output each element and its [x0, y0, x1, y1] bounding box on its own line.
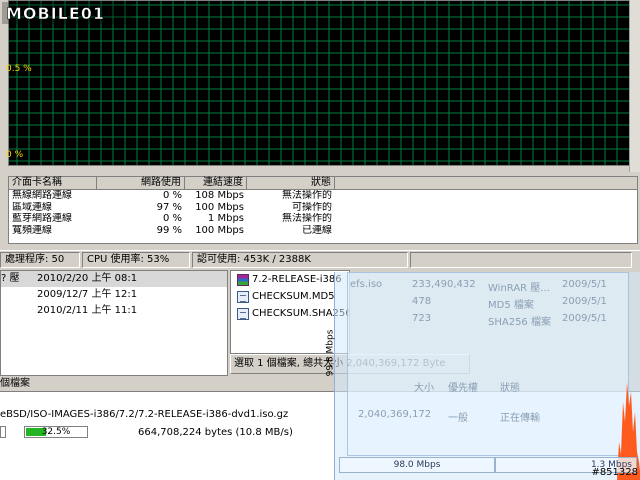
graph-y-label-top: 0.5 % — [6, 64, 32, 74]
list-item-type — [1, 303, 31, 319]
left-file-list: ? 壓 2010/2/20 上午 08:1 2009/12/7 上午 12:1 201… — [0, 270, 228, 376]
overlay-file-date: 2009/5/1 — [562, 279, 607, 290]
adapter-usage: 99 % — [156, 224, 182, 236]
overlay-file-type: WinRAR 壓... — [488, 283, 550, 294]
status-bar: 處理程序: 50 CPU 使用率: 53% 認可使用: 453K / 2388K — [0, 250, 640, 268]
transfer-status: 正在傳輸 — [500, 413, 540, 424]
network-graph-panel: 0.5 % 0 % — [0, 0, 640, 172]
adapter-usage: 97 % — [156, 201, 182, 213]
file-row[interactable]: 7.2-RELEASE-i386 — [231, 271, 349, 288]
text-file-icon — [237, 307, 249, 320]
winrar-archive-icon — [237, 273, 249, 286]
list-item-date: 2010/2/20 上午 08:1 — [37, 273, 138, 284]
status-commit-charge: 認可使用: 453K / 2388K — [192, 252, 408, 268]
file-name: 7.2-RELEASE-i386 — [252, 274, 342, 285]
adapter-row[interactable]: 無線網路連線 0 % 108 Mbps 無法操作的 — [9, 190, 637, 202]
adapter-speed: 108 Mbps — [195, 190, 244, 201]
list-item[interactable]: 2010/2/11 上午 11:1 — [1, 303, 227, 319]
status-processes: 處理程序: 50 — [0, 252, 80, 268]
adapter-usage: 0 % — [162, 190, 182, 201]
transfer-header-status: 狀態 — [500, 383, 520, 394]
overlay-speed-left: 98.0 Mbps — [339, 457, 495, 473]
transfer-overlay-window: 99.8 Mbps 233,490,432 WinRAR 壓... 2009/5/1… — [325, 272, 640, 480]
graph-y-label-bottom: 0 % — [6, 150, 24, 160]
status-cpu-usage: CPU 使用率: 53% — [82, 252, 190, 268]
adapter-row[interactable]: 區域連線 97 % 100 Mbps 可操作的 — [9, 202, 637, 214]
col-state[interactable]: 狀態 — [247, 177, 335, 189]
overlay-file-type: SHA256 檔案 — [488, 317, 551, 328]
adapter-name: 區域連線 — [12, 201, 52, 213]
adapter-table-header: 介面卡名稱 網路使用 連結速度 狀態 — [9, 177, 637, 190]
download-progress-row: 32.5% 664,708,224 bytes (10.8 MB/s) — [0, 426, 293, 438]
transfer-priority: 一般 — [448, 413, 468, 424]
file-row[interactable]: CHECKSUM.SHA256 — [231, 305, 349, 322]
transfer-header-priority: 優先權 — [448, 383, 478, 394]
svg-text:MOBILE01: MOBILE01 — [6, 4, 105, 23]
overlay-file-size: 233,490,432 — [412, 279, 476, 290]
overlay-file-date: 2009/5/1 — [562, 313, 607, 324]
adapter-row[interactable]: 寬頻連線 99 % 100 Mbps 已連線 — [9, 225, 637, 237]
adapter-name: 寬頻連線 — [12, 224, 52, 236]
text-file-icon — [237, 290, 249, 303]
transfer-size: 2,040,369,172 — [358, 409, 432, 420]
download-path: eBSD/ISO-IMAGES-i386/7.2/7.2-RELEASE-i38… — [0, 409, 289, 420]
status-empty — [410, 252, 632, 268]
overlay-panel: 233,490,432 WinRAR 壓... 2009/5/1 478 MD5 檔案 2… — [347, 272, 629, 456]
download-progress-label: 32.5% — [41, 427, 71, 437]
network-graph — [8, 0, 630, 166]
adapter-table: 介面卡名稱 網路使用 連結速度 狀態 無線網路連線 0 % 108 Mbps 無法操作… — [8, 176, 638, 244]
post-id-watermark: #851328 — [591, 467, 638, 478]
adapter-state: 已連線 — [302, 224, 332, 236]
overlay-file-suffix: efs.iso — [350, 279, 383, 290]
overlay-file-date: 2009/5/1 — [562, 296, 607, 307]
list-item-date: 2009/12/7 上午 12:1 — [37, 289, 138, 300]
col-link-speed[interactable]: 連結速度 — [185, 177, 247, 189]
transfer-header-size: 大小 — [414, 383, 434, 394]
download-checkbox[interactable] — [0, 426, 6, 438]
vertical-scrollbar[interactable] — [629, 0, 640, 172]
list-item[interactable]: ? 壓 2010/2/20 上午 08:1 — [1, 271, 227, 287]
file-row[interactable]: CHECKSUM.MD5 — [231, 288, 349, 305]
list-item-date: 2010/2/11 上午 11:1 — [37, 305, 138, 316]
overlay-file-type: MD5 檔案 — [488, 300, 534, 311]
adapter-row[interactable]: 藍芽網路連線 0 % 1 Mbps 無法操作的 — [9, 213, 637, 225]
adapter-state: 無法操作的 — [282, 213, 332, 224]
adapter-state: 可操作的 — [292, 201, 332, 213]
adapter-name: 藍芽網路連線 — [12, 213, 72, 224]
overlay-y-axis: 99.8 Mbps — [325, 312, 347, 402]
list-item[interactable]: 2009/12/7 上午 12:1 — [1, 287, 227, 303]
list-item-type — [1, 287, 31, 303]
adapter-usage: 0 % — [162, 213, 182, 224]
adapter-speed: 100 Mbps — [195, 224, 244, 236]
download-bytes: 664,708,224 bytes (10.8 MB/s) — [138, 426, 293, 438]
overlay-axis-label: 99.8 Mbps — [325, 329, 336, 377]
download-progress-bar: 32.5% — [24, 426, 88, 438]
file-name: CHECKSUM.MD5 — [252, 291, 335, 302]
adapter-speed: 100 Mbps — [195, 201, 244, 213]
overlay-file-size: 723 — [412, 313, 432, 324]
adapter-state: 無法操作的 — [282, 190, 332, 201]
adapter-table-body: 無線網路連線 0 % 108 Mbps 無法操作的 區域連線 97 % 100 Mbps 可操… — [9, 190, 637, 236]
col-network-usage[interactable]: 網路使用 — [97, 177, 185, 189]
adapter-name: 無線網路連線 — [12, 190, 72, 201]
list-item-type: ? 壓 — [1, 273, 20, 284]
adapter-speed: 1 Mbps — [207, 213, 244, 224]
network-graph-grid — [9, 1, 629, 165]
mobile01-watermark-logo: MOBILE01 — [2, 2, 132, 24]
overlay-file-size: 478 — [412, 296, 432, 307]
col-adapter-name[interactable]: 介面卡名稱 — [9, 177, 97, 189]
